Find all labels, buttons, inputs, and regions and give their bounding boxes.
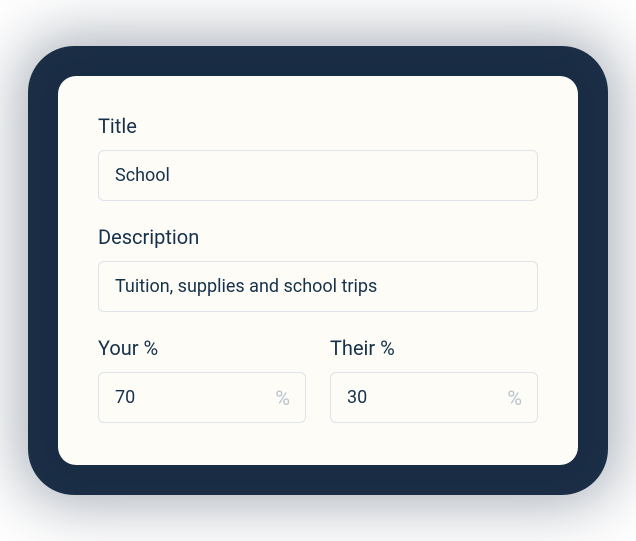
percent-row: Your % % Their % %: [98, 336, 538, 423]
their-percent-group: %: [330, 372, 538, 423]
title-field: Title: [98, 114, 538, 201]
their-percent-input[interactable]: [330, 372, 538, 423]
title-input[interactable]: [98, 150, 538, 201]
description-field: Description: [98, 225, 538, 312]
their-percent-label: Their %: [330, 336, 538, 360]
description-label: Description: [98, 225, 538, 249]
title-label: Title: [98, 114, 538, 138]
expense-split-card: Title Description Your % % Their % %: [58, 76, 578, 465]
your-percent-field: Your % %: [98, 336, 306, 423]
your-percent-group: %: [98, 372, 306, 423]
your-percent-label: Your %: [98, 336, 306, 360]
their-percent-field: Their % %: [330, 336, 538, 423]
your-percent-input[interactable]: [98, 372, 306, 423]
description-input[interactable]: [98, 261, 538, 312]
